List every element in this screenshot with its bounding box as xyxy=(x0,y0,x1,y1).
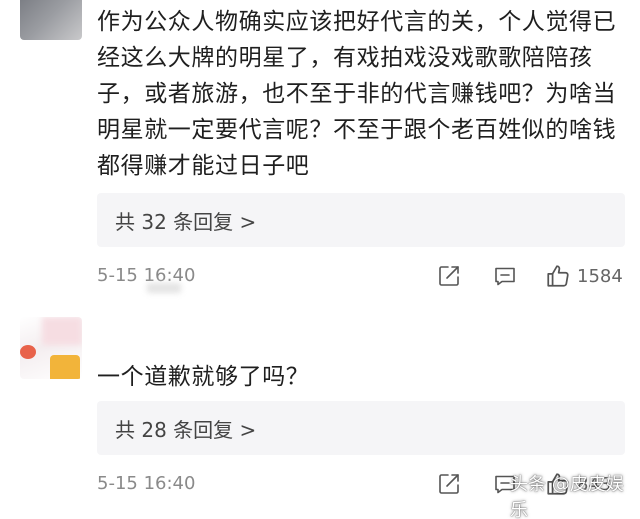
share-icon xyxy=(437,472,461,496)
view-replies-button[interactable]: 共 32 条回复 > xyxy=(97,193,625,247)
view-replies-button[interactable]: 共 28 条回复 > xyxy=(97,401,625,455)
comment-text: 一个道歉就够了吗？ xyxy=(97,364,310,390)
comment-timestamp: 5-15 16:40 xyxy=(97,473,196,494)
thumbs-up-icon xyxy=(545,263,571,289)
blurred-region xyxy=(147,283,181,293)
user-avatar[interactable] xyxy=(20,0,82,40)
replies-label: 共 32 条回复 > xyxy=(115,209,257,234)
replies-label: 共 28 条回复 > xyxy=(115,417,257,442)
like-count: 1584 xyxy=(577,265,623,287)
share-button[interactable] xyxy=(437,261,461,291)
like-button[interactable]: 1584 xyxy=(545,261,623,291)
watermark: 头条 @皮皮娱乐 xyxy=(510,474,624,519)
share-button[interactable] xyxy=(437,469,461,499)
user-avatar[interactable] xyxy=(20,317,82,379)
comment-item: 作为公众人物确实应该把好代言的关，个人觉得已经这么大牌的明星了，有戏拍戏没戏歌歌… xyxy=(0,0,640,305)
avatar-shape xyxy=(20,345,36,359)
share-icon xyxy=(437,264,461,288)
comment-icon xyxy=(493,264,517,288)
comment-button[interactable] xyxy=(493,261,517,291)
avatar-shape xyxy=(42,317,82,345)
avatar-shape xyxy=(50,355,80,379)
comment-text: 作为公众人物确实应该把好代言的关，个人觉得已经这么大牌的明星了，有戏拍戏没戏歌歌… xyxy=(97,9,617,179)
comment-meta: 5-15 16:40 xyxy=(97,261,627,293)
